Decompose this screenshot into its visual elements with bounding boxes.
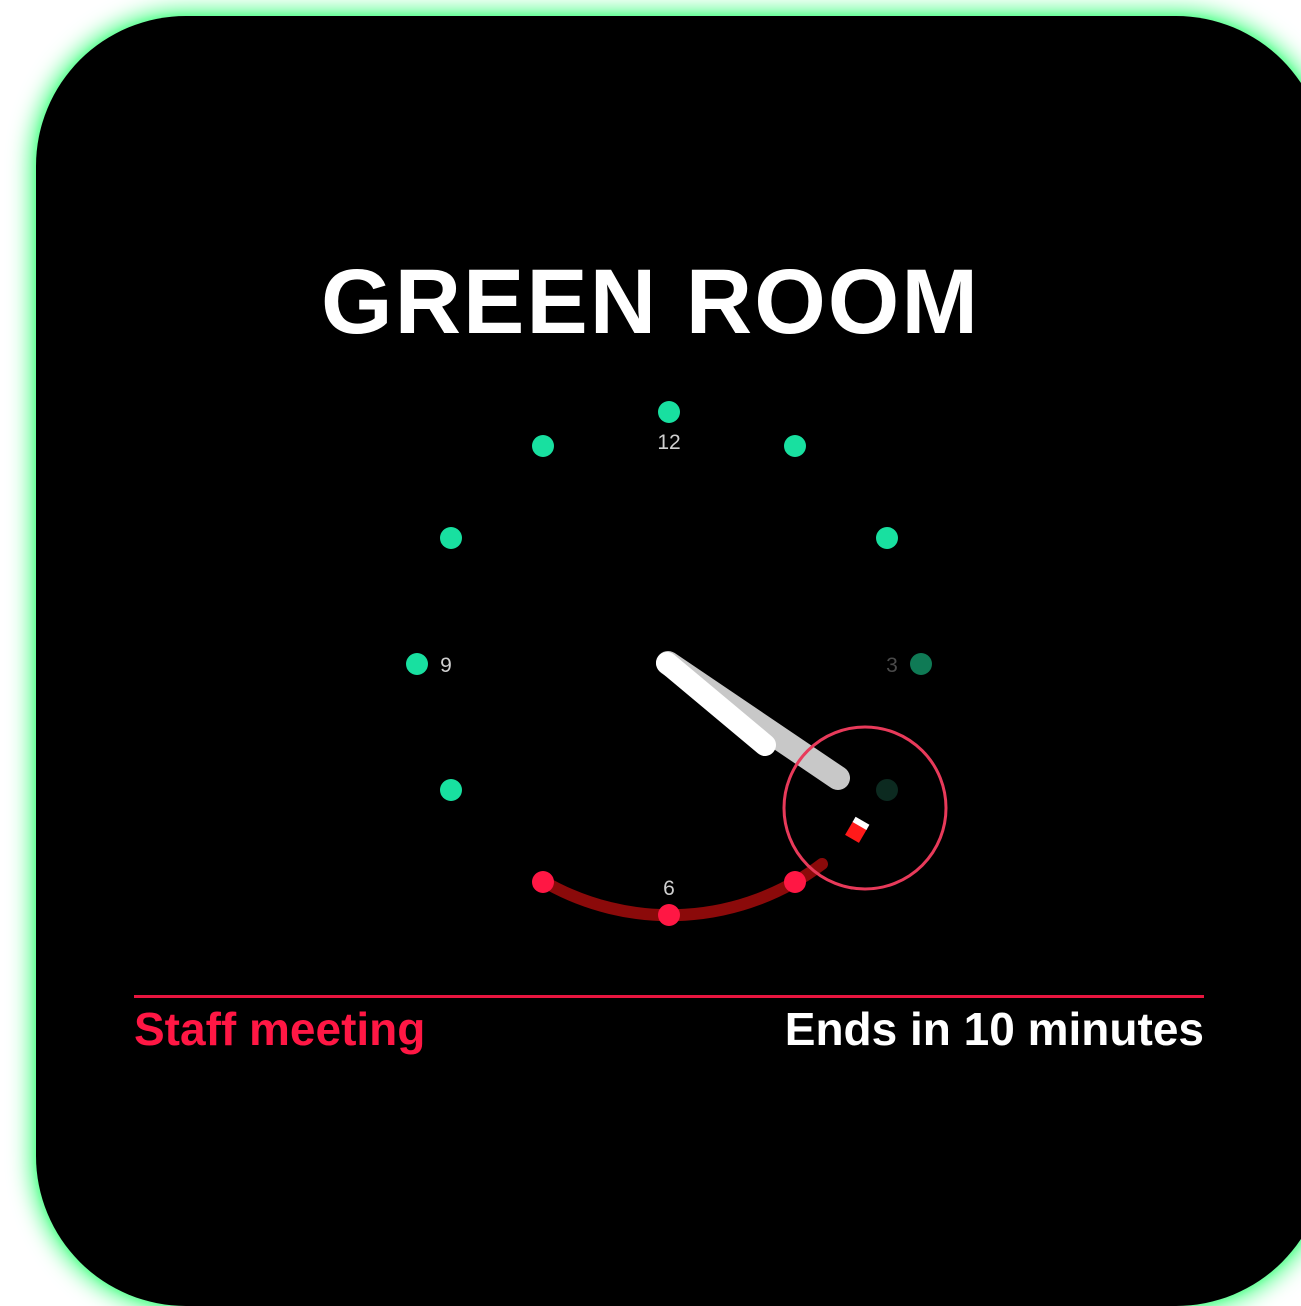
hour-marker-9: [406, 653, 428, 675]
numeral-9: 9: [440, 654, 452, 677]
clock-face: 12 3 6 9: [406, 401, 948, 926]
hour-marker-8: [440, 779, 462, 801]
numeral-6: 6: [663, 877, 675, 900]
meeting-status: Ends in 10 minutes: [784, 1003, 1204, 1055]
meeting-title: Staff meeting: [134, 1003, 426, 1055]
hour-marker-1: [784, 435, 806, 457]
hour-marker-6: [658, 904, 680, 926]
hour-marker-10: [440, 527, 462, 549]
hour-marker-7: [532, 871, 554, 893]
meeting-duration-arc: [537, 858, 828, 922]
numeral-12: 12: [657, 431, 680, 454]
hour-marker-11: [532, 435, 554, 457]
hour-marker-3: [910, 653, 932, 675]
hour-marker-2: [876, 527, 898, 549]
highlight-ring: [782, 725, 948, 891]
meeting-end-marker-icon: [845, 816, 870, 843]
hour-marker-12: [658, 401, 680, 423]
numeral-3: 3: [886, 654, 898, 677]
hour-marker-5: [784, 871, 806, 893]
meeting-divider: [134, 995, 1204, 998]
hour-hand: [656, 652, 776, 756]
hour-marker-4: [876, 779, 898, 801]
